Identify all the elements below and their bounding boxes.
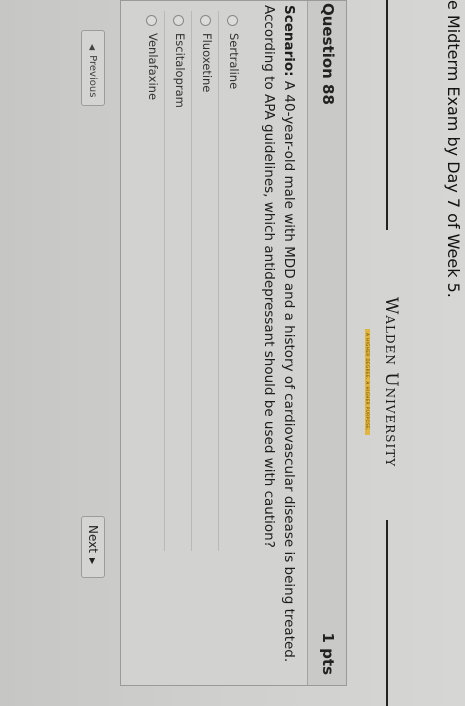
previous-label: Previous — [87, 55, 99, 98]
exam-title: e Midterm Exam by Day 7 of Week 5. — [444, 0, 463, 298]
exam-page: e Midterm Exam by Day 7 of Week 5. Walde… — [0, 0, 465, 706]
answer-option[interactable]: Fluoxetine — [192, 11, 219, 551]
answer-option[interactable]: Escitalopram — [165, 11, 192, 551]
triangle-right-icon: ▶ — [88, 557, 98, 565]
answer-option[interactable]: Sertraline — [219, 11, 245, 551]
scenario-label: Scenario: — [281, 5, 297, 77]
radio-button[interactable] — [173, 15, 184, 26]
next-label: Next — [86, 525, 100, 553]
logo-name: Walden University — [381, 296, 401, 468]
question-card: Question 88 1 pts Scenario: A 40-year-ol… — [120, 0, 347, 686]
radio-button[interactable] — [200, 15, 211, 26]
question-points: 1 pts — [319, 632, 337, 676]
question-header: Question 88 1 pts — [307, 1, 346, 685]
answer-label: Escitalopram — [173, 33, 187, 108]
question-text: Scenario: A 40-year-old male with MDD an… — [259, 1, 307, 685]
logo-tagline: A HIGHER DEGREE. A HIGHER PURPOSE. — [365, 329, 370, 435]
scenario-text: A 40-year-old male with MDD and a histor… — [261, 5, 297, 663]
previous-button[interactable]: ◀ Previous — [81, 30, 105, 107]
answer-option[interactable]: Venlafaxine — [138, 11, 165, 551]
question-number: Question 88 — [319, 3, 337, 105]
answer-label: Fluoxetine — [200, 33, 214, 93]
answer-label: Sertraline — [227, 33, 241, 90]
next-button[interactable]: Next ▶ — [81, 516, 105, 579]
radio-button[interactable] — [146, 15, 157, 26]
logo-rule-left — [386, 0, 388, 230]
answer-label: Venlafaxine — [146, 33, 160, 101]
triangle-left-icon: ◀ — [88, 44, 98, 51]
answer-list: Sertraline Fluoxetine Escitalopram Venla… — [138, 1, 245, 685]
logo-rule-right — [386, 520, 388, 706]
radio-button[interactable] — [227, 15, 238, 26]
university-logo: Walden University A HIGHER DEGREE. A HIG… — [362, 244, 401, 520]
